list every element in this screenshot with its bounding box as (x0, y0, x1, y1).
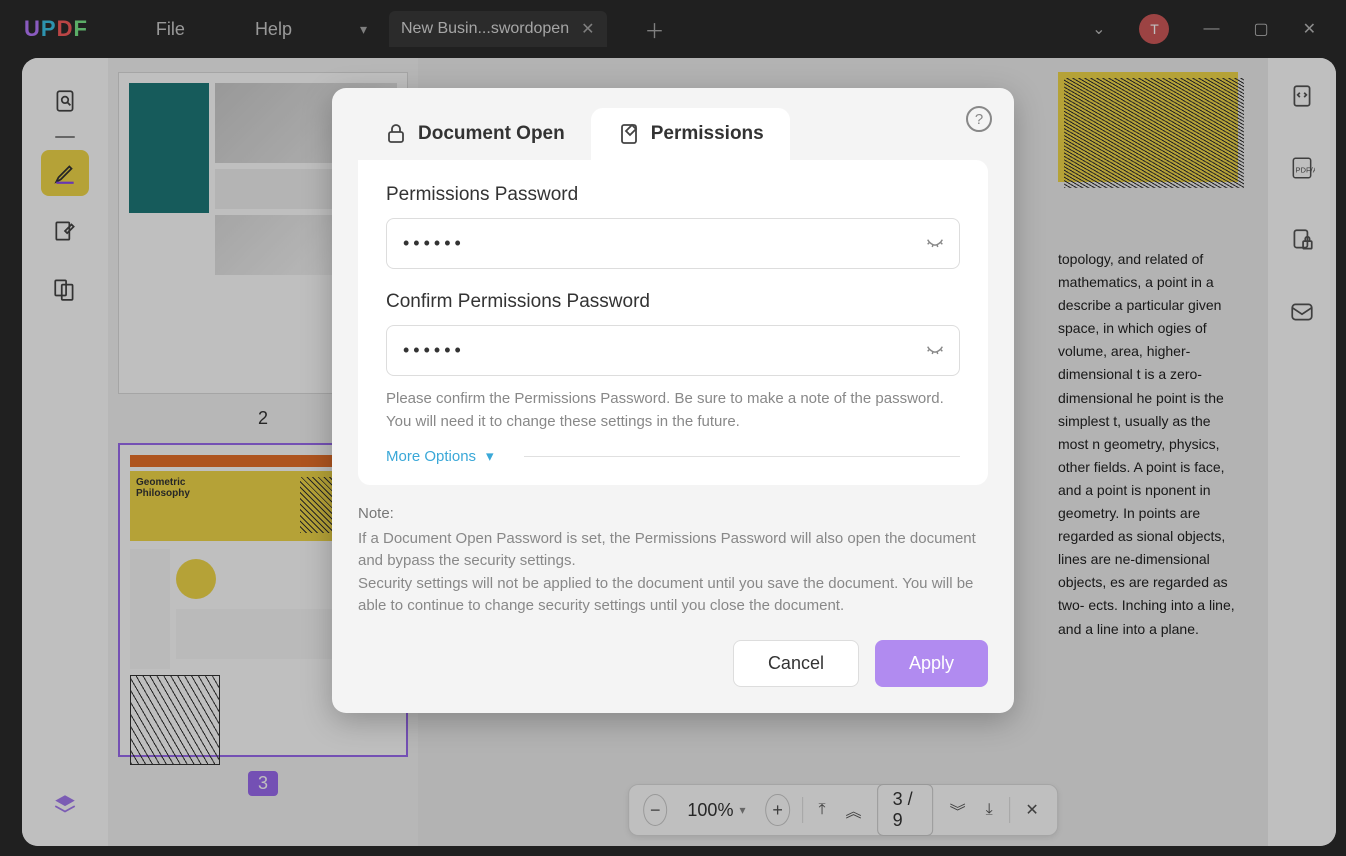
cancel-button[interactable]: Cancel (733, 640, 859, 687)
permissions-password-input[interactable] (386, 218, 960, 269)
encrypt-dialog: ? Document Open Permissions Permissions … (332, 88, 1014, 713)
help-icon[interactable]: ? (966, 106, 992, 132)
chevron-down-icon: ▾ (486, 447, 494, 465)
apply-button[interactable]: Apply (875, 640, 988, 687)
confirm-password-label: Confirm Permissions Password (386, 291, 960, 313)
dialog-actions: Cancel Apply (358, 640, 988, 687)
show-password-icon[interactable] (924, 337, 946, 364)
permissions-password-label: Permissions Password (386, 184, 960, 206)
confirm-password-input[interactable] (386, 325, 960, 376)
more-options-link[interactable]: More Options ▾ (386, 447, 960, 465)
permissions-panel: Permissions Password Confirm Permissions… (358, 160, 988, 485)
tab-document-open[interactable]: Document Open (358, 108, 591, 160)
modal-overlay: ? Document Open Permissions Permissions … (0, 0, 1346, 856)
dialog-tabs: Document Open Permissions (358, 108, 988, 160)
show-password-icon[interactable] (924, 230, 946, 257)
tab-permissions[interactable]: Permissions (591, 108, 790, 160)
dialog-note: Note: If a Document Open Password is set… (358, 503, 988, 618)
password-helper-text: Please confirm the Permissions Password.… (386, 388, 960, 433)
